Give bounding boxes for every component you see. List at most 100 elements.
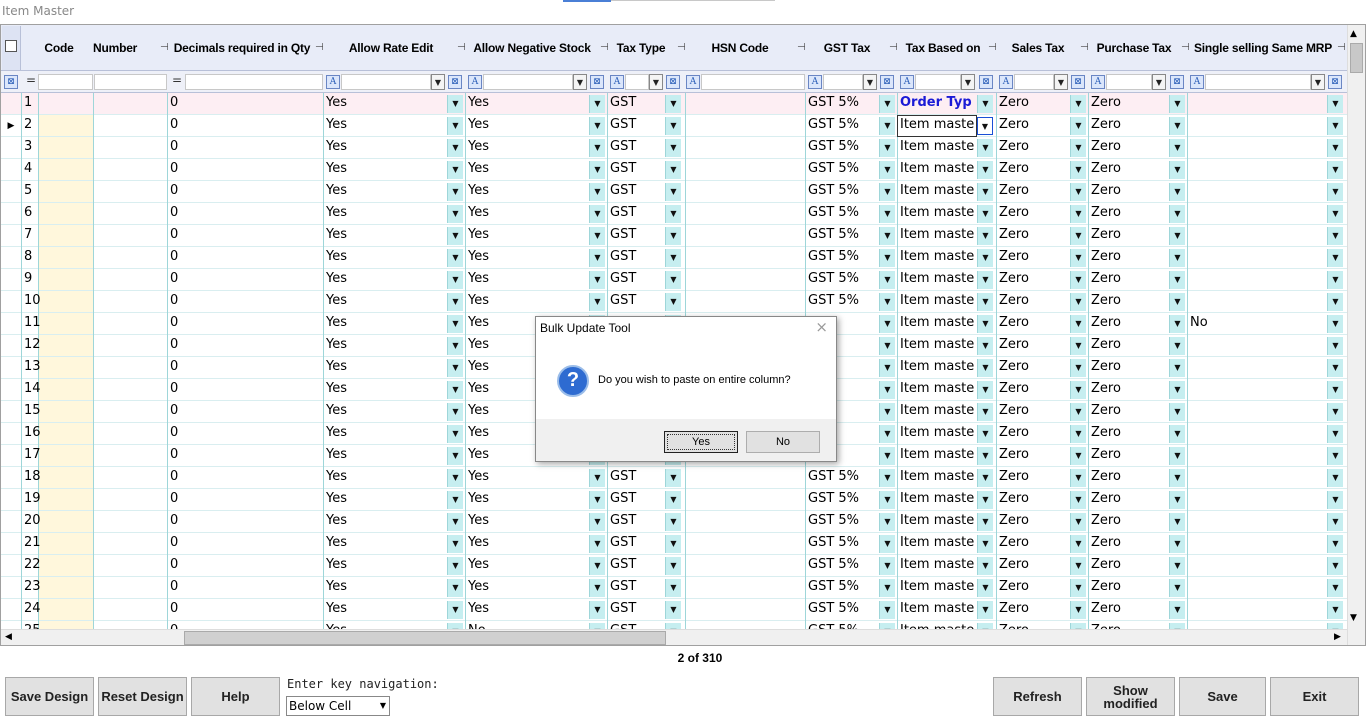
cell-tax-based-on[interactable]: Item maste xyxy=(897,467,977,489)
filter-operator[interactable]: = xyxy=(26,73,36,87)
cell-code[interactable]: 3 xyxy=(21,137,93,159)
chevron-down-icon[interactable]: ▼ xyxy=(589,161,605,179)
chevron-down-icon[interactable]: ▼ xyxy=(879,161,895,179)
pin-icon[interactable]: ⊣ xyxy=(1181,25,1190,71)
reset-design-button[interactable]: Reset Design xyxy=(98,677,187,716)
chevron-down-icon[interactable]: ▼ xyxy=(1070,315,1086,333)
cell-tax-based-on[interactable]: Item maste xyxy=(897,291,977,313)
cell-sales-tax[interactable]: Zero xyxy=(996,203,1070,225)
cell-single-mrp[interactable] xyxy=(1187,247,1327,269)
cell-neg-stock[interactable]: Yes xyxy=(465,511,589,533)
chevron-down-icon[interactable]: ▼ xyxy=(1070,271,1086,289)
cell-sales-tax[interactable]: Zero xyxy=(996,115,1070,137)
chevron-down-icon[interactable]: ▼ xyxy=(447,271,463,289)
col-header-purchase-tax[interactable]: Purchase Tax xyxy=(1094,25,1174,71)
chevron-down-icon[interactable]: ▼ xyxy=(1070,491,1086,509)
cell-rate-edit[interactable]: Yes xyxy=(323,533,447,555)
cell-tax-based-on[interactable]: Item maste xyxy=(897,445,977,467)
chevron-down-icon[interactable]: ▼ xyxy=(977,359,993,377)
chevron-down-icon[interactable]: ▼ xyxy=(879,535,895,553)
chevron-down-icon[interactable]: ▼ xyxy=(1327,491,1343,509)
row-selector[interactable] xyxy=(1,291,21,313)
table-row[interactable]: 7 0 Yes ▼ Yes ▼ GST ▼ GST 5% ▼ Item maste ▼ Zero ▼ Zer… xyxy=(1,225,1347,247)
close-icon[interactable]: × xyxy=(815,318,828,336)
filter-text-icon[interactable]: A xyxy=(468,75,482,89)
chevron-down-icon[interactable]: ▼ xyxy=(589,491,605,509)
cell-sales-tax[interactable]: Zero xyxy=(996,555,1070,577)
pin-icon[interactable]: ⊣ xyxy=(1337,25,1346,71)
table-row[interactable]: 10 0 Yes ▼ Yes ▼ GST ▼ GST 5% ▼ Item maste ▼ Zero ▼ Ze… xyxy=(1,291,1347,313)
chevron-down-icon[interactable]: ▼ xyxy=(447,447,463,465)
chevron-down-icon[interactable]: ▼ xyxy=(1169,513,1185,531)
chevron-down-icon[interactable]: ▼ xyxy=(977,293,993,311)
cell-rate-edit[interactable]: Yes xyxy=(323,599,447,621)
row-selector[interactable] xyxy=(1,533,21,555)
chevron-down-icon[interactable]: ▼ xyxy=(879,271,895,289)
chevron-down-icon[interactable]: ▼ xyxy=(1070,403,1086,421)
chevron-down-icon[interactable]: ▼ xyxy=(1327,271,1343,289)
row-selector[interactable] xyxy=(1,137,21,159)
filter-hsn[interactable] xyxy=(701,74,805,90)
chevron-down-icon[interactable]: ▼ xyxy=(447,403,463,421)
chevron-down-icon[interactable]: ▼ xyxy=(1327,139,1343,157)
cell-decimals[interactable]: 0 xyxy=(167,159,323,181)
cell-hsn[interactable] xyxy=(685,577,803,599)
chevron-down-icon[interactable]: ▼ xyxy=(1070,601,1086,619)
cell-tax-type[interactable]: GST xyxy=(607,489,665,511)
exit-button[interactable]: Exit xyxy=(1270,677,1359,716)
cell-rate-edit[interactable]: Yes xyxy=(323,159,447,181)
cell-code[interactable]: 1 xyxy=(21,93,93,115)
chevron-down-icon[interactable]: ▼ xyxy=(1070,249,1086,267)
row-selector[interactable] xyxy=(1,181,21,203)
chevron-down-icon[interactable]: ▼ xyxy=(665,249,681,267)
cell-neg-stock[interactable]: Yes xyxy=(465,225,589,247)
cell-tax-based-on[interactable]: Item maste xyxy=(897,401,977,423)
chevron-down-icon[interactable]: ▼ xyxy=(879,381,895,399)
chevron-down-icon[interactable]: ▼ xyxy=(447,227,463,245)
chevron-down-icon[interactable]: ▼ xyxy=(1327,557,1343,575)
filter-dropdown-icon[interactable]: ▼ xyxy=(1311,74,1325,90)
chevron-down-icon[interactable]: ▼ xyxy=(665,183,681,201)
row-selector[interactable] xyxy=(1,335,21,357)
filter-text-icon[interactable]: A xyxy=(999,75,1013,89)
cell-tax-based-on[interactable]: Item maste xyxy=(897,533,977,555)
col-header-sales-tax[interactable]: Sales Tax xyxy=(1007,25,1069,71)
table-row[interactable]: ▶ 2 0 Yes ▼ Yes ▼ GST ▼ GST 5% ▼ Item maste ▼ Zero ▼ Ze… xyxy=(1,115,1347,137)
cell-decimals[interactable]: 0 xyxy=(167,401,323,423)
cell-sales-tax[interactable]: Zero xyxy=(996,577,1070,599)
chevron-down-icon[interactable]: ▼ xyxy=(1327,293,1343,311)
cell-decimals[interactable]: 0 xyxy=(167,599,323,621)
row-selector[interactable] xyxy=(1,577,21,599)
scroll-left-icon[interactable]: ◀ xyxy=(5,632,12,642)
cell-tax-based-on[interactable]: Item maste xyxy=(897,137,977,159)
scroll-up-icon[interactable]: ▲ xyxy=(1350,29,1357,39)
cell-single-mrp[interactable] xyxy=(1187,533,1327,555)
clear-filter-icon[interactable]: ⊠ xyxy=(448,75,462,89)
chevron-down-icon[interactable]: ▼ xyxy=(879,227,895,245)
cell-sales-tax[interactable]: Zero xyxy=(996,357,1070,379)
chevron-down-icon[interactable]: ▼ xyxy=(1070,469,1086,487)
table-row[interactable]: 22 0 Yes ▼ Yes ▼ GST ▼ GST 5% ▼ Item maste ▼ Zero ▼ Ze… xyxy=(1,555,1347,577)
cell-single-mrp[interactable] xyxy=(1187,225,1327,247)
cell-single-mrp[interactable] xyxy=(1187,93,1327,115)
clear-filter-icon[interactable]: ⊠ xyxy=(590,75,604,89)
chevron-down-icon[interactable]: ▼ xyxy=(1327,161,1343,179)
cell-gst-tax[interactable]: GST 5% xyxy=(805,203,879,225)
chevron-down-icon[interactable]: ▼ xyxy=(977,271,993,289)
chevron-down-icon[interactable]: ▼ xyxy=(1327,425,1343,443)
cell-tax-type[interactable]: GST xyxy=(607,181,665,203)
filter-dropdown-icon[interactable]: ▼ xyxy=(863,74,877,90)
cell-code[interactable]: 2 xyxy=(21,115,93,137)
cell-gst-tax[interactable]: GST 5% xyxy=(805,137,879,159)
cell-rate-edit[interactable]: Yes xyxy=(323,181,447,203)
filter-tax-type[interactable] xyxy=(625,74,649,90)
chevron-down-icon[interactable]: ▼ xyxy=(589,271,605,289)
cell-gst-tax[interactable]: GST 5% xyxy=(805,115,879,137)
cell-code[interactable]: 10 xyxy=(21,291,93,313)
row-selector[interactable] xyxy=(1,247,21,269)
chevron-down-icon[interactable]: ▼ xyxy=(1070,535,1086,553)
cell-sales-tax[interactable]: Zero xyxy=(996,247,1070,269)
chevron-down-icon[interactable]: ▼ xyxy=(1169,315,1185,333)
clear-filter-icon[interactable]: ⊠ xyxy=(666,75,680,89)
cell-gst-tax[interactable]: GST 5% xyxy=(805,93,879,115)
